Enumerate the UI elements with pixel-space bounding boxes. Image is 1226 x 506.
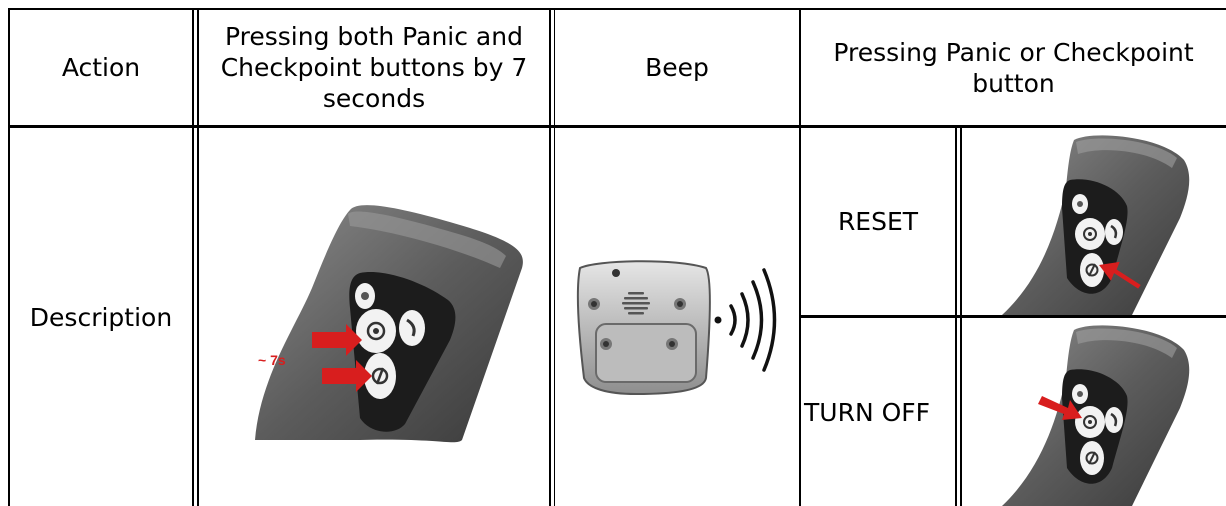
device-reset-image (962, 128, 1226, 315)
hold-time-label: ~ 7s (258, 352, 286, 368)
header-action: Action (61, 53, 141, 82)
reset-label: RESET (837, 207, 919, 236)
target-icon (1075, 406, 1105, 438)
phone-icon (399, 310, 425, 346)
header-press-either: Pressing Panic or Checkpoint button (833, 37, 1194, 98)
turn-off-label: TURN OFF (804, 397, 931, 427)
power-icon (1080, 253, 1104, 287)
target-icon (356, 309, 396, 353)
bell-icon (1072, 384, 1088, 404)
row-label-description: Description (29, 302, 173, 332)
divider-1a (192, 8, 194, 506)
bell-icon (355, 283, 375, 309)
phone-icon (1105, 407, 1123, 433)
device-both-buttons-image: ~ 7s (200, 128, 549, 506)
phone-icon (1105, 219, 1123, 245)
power-icon (1080, 441, 1104, 475)
device-turn-off-image (962, 318, 1226, 506)
header-beep: Beep (645, 53, 709, 82)
device-beep-image (556, 128, 799, 506)
divider-2 (549, 8, 551, 506)
target-icon (1075, 218, 1105, 250)
bell-icon (1072, 194, 1088, 214)
sound-waves-icon (714, 268, 777, 372)
header-press-both: Pressing both Panic and Checkpoint butto… (220, 22, 528, 113)
